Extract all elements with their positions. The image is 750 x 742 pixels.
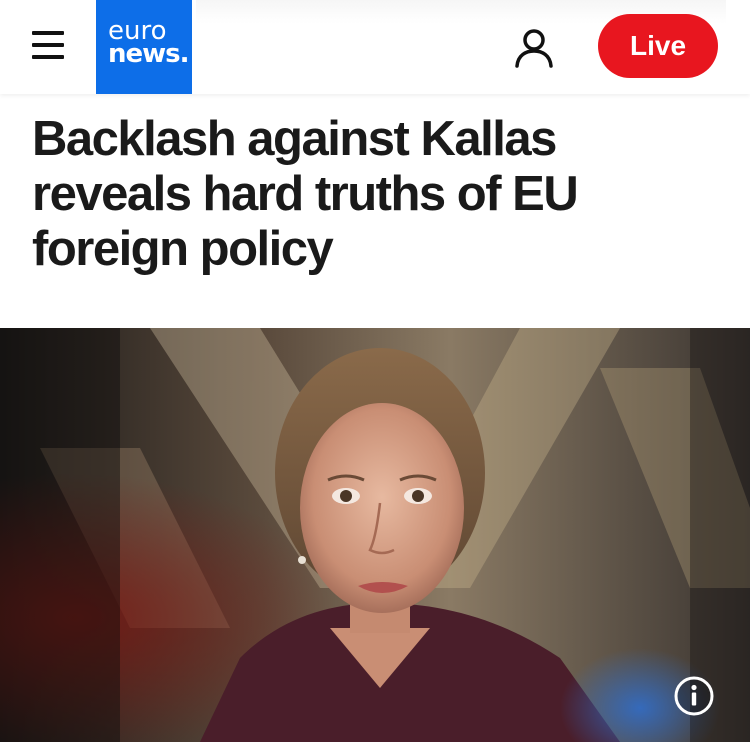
user-account-icon[interactable] (512, 27, 556, 69)
menu-bar (32, 43, 64, 47)
live-button[interactable]: Live (598, 14, 718, 78)
menu-bar (32, 31, 64, 35)
article-page: euro news. Live Backlash against Kallas … (0, 0, 750, 742)
site-header: euro news. Live (0, 0, 750, 94)
hamburger-menu-icon[interactable] (30, 29, 66, 63)
hero-image (0, 328, 750, 742)
euronews-logo[interactable]: euro news. (96, 0, 192, 94)
article-headline: Backlash against Kallas reveals hard tru… (32, 112, 579, 276)
logo-text-news: news. (108, 39, 190, 69)
info-circle-icon[interactable] (673, 675, 715, 717)
hero-photo-illustration (0, 328, 750, 742)
menu-bar (32, 55, 64, 59)
